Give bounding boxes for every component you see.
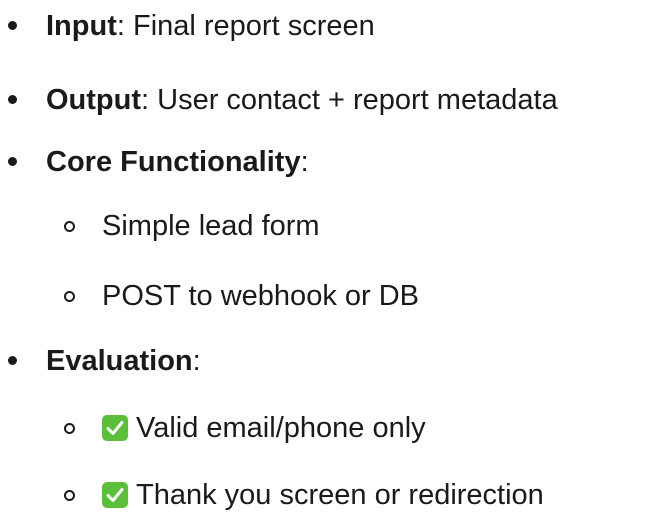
list-item-evaluation: Evaluation: <box>46 341 201 381</box>
check-mark-button-icon <box>102 482 128 508</box>
list-item-output: Output: User contact + report metadata <box>46 80 558 120</box>
item-label: Evaluation <box>46 345 193 377</box>
sub-item-text: POST to webhook or DB <box>102 280 420 312</box>
sub-item: POST to webhook or DB <box>102 276 419 316</box>
bullet-circle <box>64 423 75 434</box>
bullet-disc <box>8 21 17 30</box>
item-label: Output <box>46 84 142 116</box>
sub-item: Thank you screen or redirection <box>102 475 544 515</box>
list-item-core-functionality: Core Functionality: <box>46 142 309 182</box>
item-colon: : <box>116 10 125 42</box>
bullet-circle <box>64 221 75 232</box>
bullet-disc <box>8 95 17 104</box>
bullet-circle <box>64 291 75 302</box>
sub-item-text: Valid email/phone only <box>136 412 426 444</box>
item-colon: : <box>192 345 201 377</box>
sub-item: Simple lead form <box>102 206 320 246</box>
list-item-input: Input: Final report screen <box>46 6 375 46</box>
item-colon: : <box>300 146 309 178</box>
item-text: User contact + report metadata <box>149 84 558 116</box>
item-text: Final report screen <box>124 10 375 42</box>
sub-item-text: Thank you screen or redirection <box>136 479 544 511</box>
sub-item: Valid email/phone only <box>102 408 426 448</box>
bullet-circle <box>64 490 75 501</box>
item-label: Input <box>46 10 117 42</box>
item-label: Core Functionality <box>46 146 301 178</box>
sub-item-text: Simple lead form <box>102 210 320 242</box>
bullet-disc <box>8 356 17 365</box>
bullet-disc <box>8 157 17 166</box>
item-colon: : <box>141 84 150 116</box>
check-mark-button-icon <box>102 415 128 441</box>
